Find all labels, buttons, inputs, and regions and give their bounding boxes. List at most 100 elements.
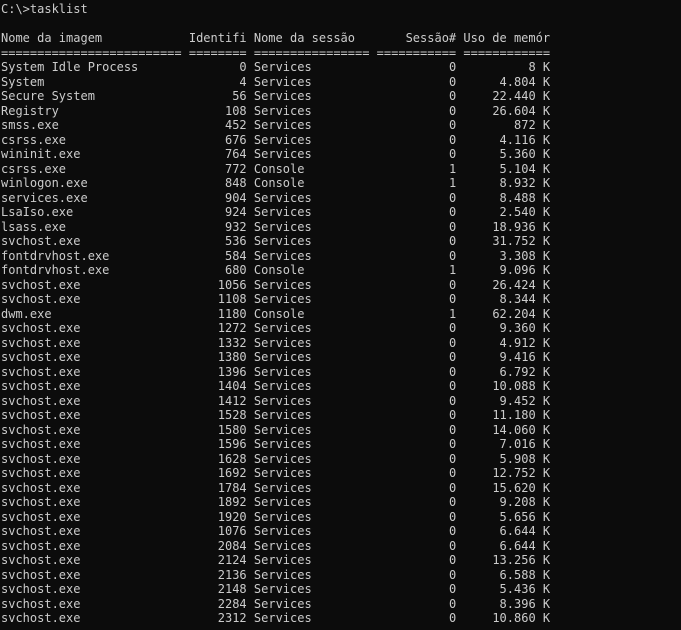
process-session-number: 0 (376, 611, 457, 625)
process-session-name: Services (253, 524, 370, 538)
process-pid: 1272 (188, 321, 247, 335)
process-session-number: 0 (376, 466, 457, 480)
process-pid: 764 (188, 147, 247, 161)
process-session-number: 0 (376, 364, 457, 379)
process-session-name: Services (253, 335, 370, 350)
process-session-name: Services (253, 89, 370, 103)
process-session-number: 0 (376, 480, 457, 495)
process-memory-usage: 9.416 K (463, 350, 551, 364)
process-session-number: 0 (376, 553, 457, 567)
process-memory-usage: 11.180 K (463, 408, 551, 422)
process-pid: 1180 (188, 306, 247, 321)
process-session-number: 0 (376, 118, 457, 132)
table-separator: ========================= ======== =====… (1, 45, 551, 60)
process-session-number: 0 (376, 132, 457, 147)
process-pid: 1628 (188, 451, 247, 466)
process-image-name: svchost.exe (1, 437, 182, 451)
table-row: svchost.exe 1920 Services 0 5.656 K (1, 510, 681, 525)
process-session-number: 0 (376, 248, 457, 263)
process-session-number: 0 (376, 422, 457, 437)
process-memory-usage: 2.540 K (463, 205, 551, 219)
process-pid: 56 (188, 89, 247, 103)
process-pid: 108 (188, 103, 247, 118)
process-session-number: 0 (376, 103, 457, 118)
process-session-number: 0 (376, 89, 457, 103)
table-row: Registry 108 Services 0 26.604 K (1, 104, 681, 119)
table-row: lsass.exe 932 Services 0 18.936 K (1, 220, 681, 235)
process-pid: 1920 (188, 509, 247, 524)
process-image-name: svchost.exe (1, 524, 182, 538)
process-memory-usage: 5.104 K (463, 161, 551, 176)
table-row: csrss.exe 676 Services 0 4.116 K (1, 133, 681, 148)
process-memory-usage: 8.344 K (463, 292, 551, 306)
process-pid: 2124 (188, 553, 247, 567)
process-memory-usage: 9.208 K (463, 495, 551, 509)
table-row: svchost.exe 1692 Services 0 12.752 K (1, 466, 681, 481)
process-session-name: Services (253, 364, 370, 379)
process-pid: 848 (188, 176, 247, 190)
process-memory-usage: 5.656 K (463, 509, 551, 524)
table-row: svchost.exe 1056 Services 0 26.424 K (1, 278, 681, 293)
process-session-name: Services (253, 553, 370, 567)
process-session-name: Services (253, 437, 370, 451)
process-session-number: 0 (376, 379, 457, 393)
process-image-name: svchost.exe (1, 335, 182, 350)
process-memory-usage: 12.752 K (463, 466, 551, 480)
process-pid: 1528 (188, 408, 247, 422)
process-pid: 932 (188, 219, 247, 234)
process-session-number: 0 (376, 495, 457, 509)
process-image-name: smss.exe (1, 118, 182, 132)
process-session-name: Services (253, 509, 370, 524)
process-session-name: Services (253, 103, 370, 118)
table-row: System 4 Services 0 4.804 K (1, 75, 681, 90)
process-image-name: svchost.exe (1, 596, 182, 611)
table-row: Secure System 56 Services 0 22.440 K (1, 89, 681, 104)
process-session-number: 0 (376, 596, 457, 611)
process-session-name: Services (253, 393, 370, 408)
process-session-number: 1 (376, 161, 457, 176)
table-row: svchost.exe 2148 Services 0 5.436 K (1, 582, 681, 597)
process-session-name: Services (253, 219, 370, 234)
process-image-name: svchost.exe (1, 393, 182, 408)
table-row: svchost.exe 2084 Services 0 6.644 K (1, 539, 681, 554)
process-memory-usage: 8 K (463, 60, 551, 74)
process-pid: 1784 (188, 480, 247, 495)
process-image-name: svchost.exe (1, 538, 182, 553)
table-row: LsaIso.exe 924 Services 0 2.540 K (1, 205, 681, 220)
process-memory-usage: 5.360 K (463, 147, 551, 161)
process-session-name: Services (253, 118, 370, 132)
table-row: winlogon.exe 848 Console 1 8.932 K (1, 176, 681, 191)
command-prompt-line: C:\>tasklist (1, 2, 88, 16)
process-image-name: svchost.exe (1, 234, 182, 248)
process-pid: 0 (188, 60, 247, 74)
process-pid: 1596 (188, 437, 247, 451)
process-session-name: Services (253, 408, 370, 422)
process-memory-usage: 872 K (463, 118, 551, 132)
table-row: wininit.exe 764 Services 0 5.360 K (1, 147, 681, 162)
process-memory-usage: 6.588 K (463, 567, 551, 582)
process-pid: 2136 (188, 567, 247, 582)
process-pid: 1076 (188, 524, 247, 538)
process-session-name: Services (253, 147, 370, 161)
console-window[interactable]: C:\>tasklist Nome da imagem Identifi Nom… (0, 0, 681, 630)
table-row: svchost.exe 1412 Services 0 9.452 K (1, 394, 681, 409)
table-row: smss.exe 452 Services 0 872 K (1, 118, 681, 133)
process-memory-usage: 22.440 K (463, 89, 551, 103)
process-image-name: csrss.exe (1, 132, 182, 147)
process-image-name: svchost.exe (1, 611, 182, 625)
table-row: svchost.exe 1528 Services 0 11.180 K (1, 408, 681, 423)
process-memory-usage: 8.396 K (463, 596, 551, 611)
table-row: services.exe 904 Services 0 8.488 K (1, 191, 681, 206)
process-image-name: winlogon.exe (1, 176, 182, 190)
process-image-name: svchost.exe (1, 408, 182, 422)
process-pid: 924 (188, 205, 247, 219)
process-session-name: Services (253, 234, 370, 248)
process-list: System Idle Process 0 Services 0 8 K Syst… (1, 60, 681, 626)
process-pid: 1056 (188, 277, 247, 292)
process-session-name: Console (253, 306, 370, 321)
process-session-name: Console (253, 176, 370, 190)
process-image-name: svchost.exe (1, 422, 182, 437)
process-pid: 1404 (188, 379, 247, 393)
process-session-name: Services (253, 567, 370, 582)
process-memory-usage: 5.908 K (463, 451, 551, 466)
